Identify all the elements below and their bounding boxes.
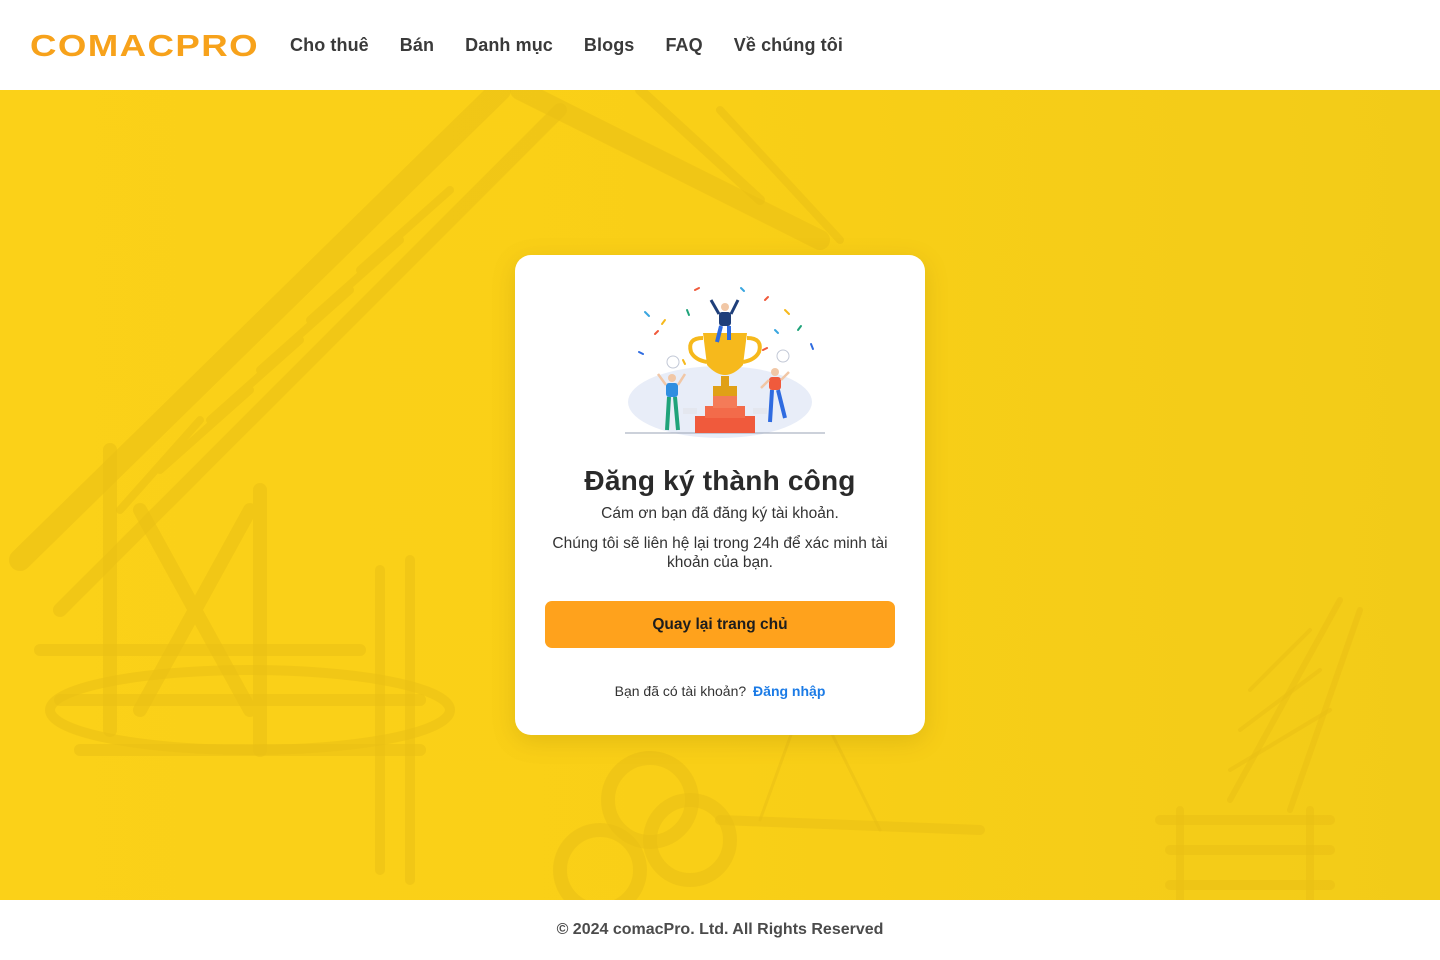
site-footer: © 2024 comacPro. Ltd. All Rights Reserve… — [0, 900, 1440, 960]
copyright-text: © 2024 comacPro. Ltd. All Rights Reserve… — [556, 921, 884, 938]
nav-item-faq[interactable]: FAQ — [665, 35, 702, 56]
nav-item-ve-chung-toi[interactable]: Về chúng tôi — [734, 35, 843, 56]
registration-success-card: Đăng ký thành công Cám ơn bạn đã đăng ký… — [515, 255, 925, 735]
nav-item-danh-muc[interactable]: Danh mục — [465, 35, 553, 56]
nav-item-ban[interactable]: Bán — [400, 35, 434, 56]
nav-item-cho-thue[interactable]: Cho thuê — [290, 35, 369, 56]
back-to-home-button[interactable]: Quay lại trang chủ — [545, 601, 895, 648]
logo-wordmark: COMACPRO — [30, 30, 259, 60]
verification-text: Chúng tôi sẽ liên hệ lại trong 24h để xá… — [552, 535, 888, 571]
success-title: Đăng ký thành công — [584, 465, 856, 496]
main-nav: Cho thuê Bán Danh mục Blogs FAQ Về chúng… — [290, 35, 874, 56]
comacpro-logo[interactable]: COMACPRO — [30, 30, 260, 60]
thank-you-text: Cám ơn bạn đã đăng ký tài khoản. — [601, 505, 839, 522]
login-link[interactable]: Đăng nhập — [753, 683, 825, 699]
svg-text:COMACPRO: COMACPRO — [30, 30, 259, 60]
login-prompt-text: Bạn đã có tài khoản? — [614, 683, 747, 699]
login-prompt-row: Bạn đã có tài khoản? Đăng nhập — [515, 683, 925, 699]
trophy-celebration-illustration — [625, 287, 825, 438]
site-header: COMACPRO Cho thuê Bán Danh mục Blogs FAQ… — [0, 0, 1440, 90]
nav-item-blogs[interactable]: Blogs — [584, 35, 635, 56]
